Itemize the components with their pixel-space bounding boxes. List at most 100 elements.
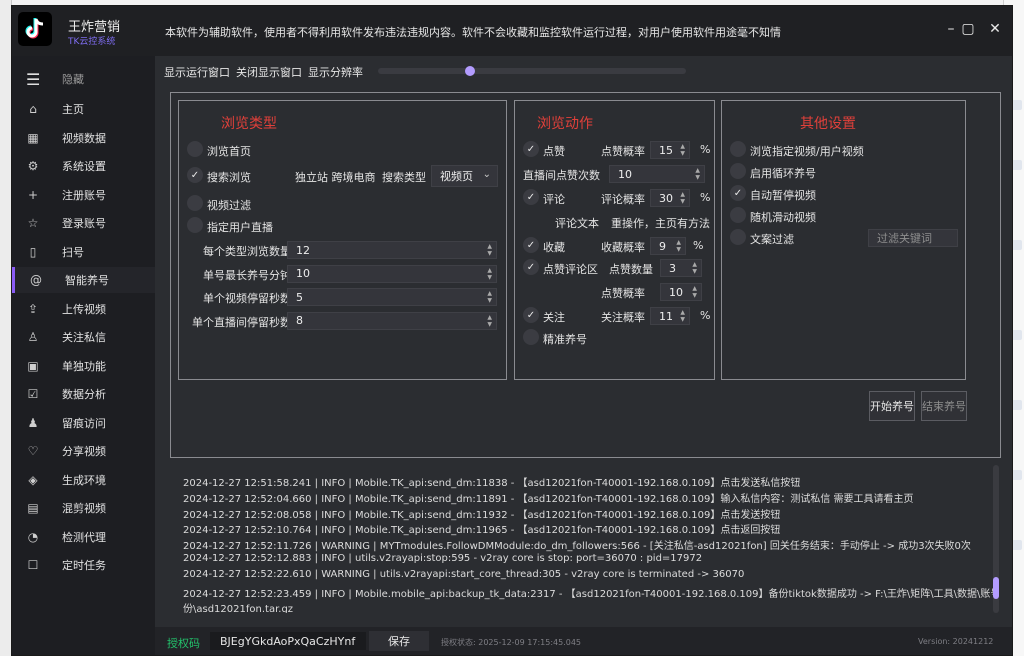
live-user-label: 指定用户直播 — [207, 221, 273, 234]
browse-field-value: 10 — [296, 267, 310, 280]
search-type-select[interactable]: 视频页 ⌄ — [431, 165, 498, 187]
percent-sign: % — [693, 239, 704, 252]
maximize-button[interactable]: ▢ — [959, 20, 977, 38]
log-scrollbar[interactable] — [993, 465, 999, 613]
sidebar-item-4[interactable]: ☆ 登录账号 — [12, 210, 155, 236]
browse-field-stepper[interactable]: 8 ▲ ▼ — [287, 311, 497, 330]
sidebar-item-11[interactable]: ♟ 留痕访问 — [12, 410, 155, 436]
sidebar-item-label: 分享视频 — [62, 445, 106, 458]
show-run-window-button[interactable]: 显示运行窗口 — [164, 64, 230, 80]
like-rate-stepper[interactable]: 15 ▲ ▼ — [650, 141, 690, 159]
collect-checkbox[interactable]: ✓ — [523, 237, 539, 253]
follow-rate-stepper[interactable]: 11 ▲ ▼ — [650, 307, 690, 325]
video-filter-checkbox[interactable] — [187, 195, 203, 211]
collect-rate-value: 9 — [659, 239, 666, 253]
filter-keyword-input[interactable]: 过滤关键词 — [868, 229, 958, 247]
browse-field-label: 单个直播间停留秒数 — [192, 315, 291, 329]
live-like-count-stepper[interactable]: 10 ▲ ▼ — [609, 165, 705, 183]
settings-panel: 浏览类型 浏览首页 ✓ 搜索浏览 独立站 跨境电商 搜索类型 视频页 ⌄ 视频过… — [170, 92, 1001, 458]
license-label: 授权码 — [167, 637, 200, 650]
precise-checkbox[interactable] — [523, 329, 539, 345]
save-button[interactable]: 保存 — [369, 631, 429, 651]
sidebar-item-2[interactable]: ⚙ 系统设置 — [12, 153, 155, 179]
sidebar-item-16[interactable]: ☐ 定时任务 — [12, 552, 155, 578]
sidebar-item-14[interactable]: ▤ 混剪视频 — [12, 495, 155, 521]
close-display-window-button[interactable]: 关闭显示窗口 — [236, 64, 302, 80]
sidebar-item-13[interactable]: ◈ 生成环境 — [12, 467, 155, 493]
comment-area-like-checkbox[interactable]: ✓ — [523, 259, 539, 275]
comment-checkbox[interactable]: ✓ — [523, 189, 539, 205]
percent-sign: % — [700, 143, 711, 156]
at-icon: @ — [30, 273, 42, 287]
sidebar-item-label: 登录账号 — [62, 217, 106, 230]
like-count-stepper[interactable]: 3 ▲ ▼ — [660, 259, 702, 277]
sidebar-item-3[interactable]: + 注册账号 — [12, 182, 155, 208]
other-settings-group: 其他设置 浏览指定视频/用户视频 启用循环养号 ✓ 自动暂停视频 随机滑动视频 文案过滤 … — [721, 100, 966, 380]
other-setting-label: 随机滑动视频 — [750, 211, 816, 224]
log-panel: 2024-12-27 12:51:58.241 | INFO | Mobile.… — [170, 465, 999, 613]
other-setting-checkbox[interactable] — [730, 229, 746, 245]
follow-checkbox[interactable]: ✓ — [523, 307, 539, 323]
minimize-button[interactable]: – — [942, 20, 960, 38]
sidebar-item-label: 数据分析 — [62, 388, 106, 401]
browse-type-group: 浏览类型 浏览首页 ✓ 搜索浏览 独立站 跨境电商 搜索类型 视频页 ⌄ 视频过… — [178, 100, 507, 380]
sidebar-item-5[interactable]: ▯ 扫号 — [12, 239, 155, 265]
log-scrollbar-thumb[interactable] — [993, 577, 999, 599]
title-bar: 王炸营销 TK云控系统 本软件为辅助软件，使用者不得利用软件发布违法违规内容。软… — [12, 6, 1012, 56]
stop-button[interactable]: 结束养号 — [921, 391, 967, 421]
other-setting-checkbox[interactable] — [730, 163, 746, 179]
sidebar-item-label: 扫号 — [62, 245, 84, 259]
sidebar-item-label: 留痕访问 — [62, 416, 106, 430]
sidebar-item-6[interactable]: @ 智能养号 — [12, 267, 155, 293]
browse-action-title: 浏览动作 — [537, 116, 593, 132]
comment-rate-stepper[interactable]: 30 ▲ ▼ — [650, 189, 690, 207]
live-user-checkbox[interactable] — [187, 217, 203, 233]
sidebar-item-12[interactable]: ♡ 分享视频 — [12, 438, 155, 464]
sidebar-item-label: 混剪视频 — [62, 502, 106, 515]
like-rate-2-value: 10 — [669, 285, 683, 299]
comment-label: 评论 — [543, 193, 565, 206]
browse-field-label: 单号最长养号分钟 — [203, 268, 291, 282]
follow-rate-value: 11 — [659, 309, 673, 323]
precise-label: 精准养号 — [543, 333, 587, 346]
gear-icon: ⚙ — [27, 159, 39, 173]
log-line: 2024-12-27 12:52:08.058 | INFO | Mobile.… — [183, 509, 781, 521]
collect-rate-stepper[interactable]: 9 ▲ ▼ — [650, 237, 686, 255]
sidebar-item-10[interactable]: ☑ 数据分析 — [12, 381, 155, 407]
resolution-slider[interactable] — [378, 66, 686, 76]
comment-text-label: 评论文本 — [555, 217, 599, 230]
chevron-down-icon: ⌄ — [482, 169, 491, 180]
sidebar-item-15[interactable]: ◔ 检测代理 — [12, 524, 155, 550]
sidebar-item-label: 系统设置 — [62, 160, 106, 173]
hamburger-menu-icon[interactable]: ☰ — [26, 70, 40, 89]
sidebar-item-label: 检测代理 — [62, 530, 106, 544]
license-code-input[interactable]: BJEgYGkdAoPxQaCzHYnf — [210, 632, 366, 650]
browse-home-radio[interactable] — [187, 141, 203, 157]
other-setting-checkbox[interactable] — [730, 207, 746, 223]
sidebar-item-label: 生成环境 — [62, 473, 106, 487]
search-keyword-text[interactable]: 独立站 跨境电商 — [295, 169, 376, 185]
other-setting-checkbox[interactable]: ✓ — [730, 185, 746, 201]
sidebar-item-8[interactable]: ♙ 关注私信 — [12, 324, 155, 350]
sidebar-hide-label[interactable]: 隐藏 — [62, 71, 84, 87]
close-button[interactable]: ✕ — [986, 20, 1004, 38]
follow-label: 关注 — [543, 311, 565, 324]
video-filter-label: 视频过滤 — [207, 199, 251, 212]
log-line: 2024-12-27 12:52:10.764 | INFO | Mobile.… — [183, 525, 781, 537]
comment-text-input[interactable]: 重操作，主页有方法 — [611, 215, 710, 231]
sidebar-item-1[interactable]: ▦ 视频数据 — [12, 125, 155, 151]
browse-field-stepper[interactable]: 10 ▲ ▼ — [287, 264, 497, 283]
browse-field-stepper[interactable]: 12 ▲ ▼ — [287, 241, 497, 259]
star-icon: ☆ — [27, 216, 39, 230]
log-line: 2024-12-27 12:52:23.459 | INFO | Mobile.… — [183, 588, 999, 600]
sidebar-item-7[interactable]: ⇪ 上传视频 — [12, 296, 155, 322]
like-checkbox[interactable]: ✓ — [523, 141, 539, 157]
browse-field-stepper[interactable]: 5 ▲ ▼ — [287, 288, 497, 306]
sidebar-item-9[interactable]: ▣ 单独功能 — [12, 353, 155, 379]
other-setting-checkbox[interactable] — [730, 141, 746, 157]
resolution-slider-handle[interactable] — [465, 66, 476, 76]
start-button[interactable]: 开始养号 — [869, 391, 915, 421]
search-browse-checkbox[interactable]: ✓ — [187, 167, 203, 183]
sidebar-item-0[interactable]: ⌂ 主页 — [12, 96, 155, 122]
like-rate-2-stepper[interactable]: 10 ▲ ▼ — [660, 283, 702, 301]
